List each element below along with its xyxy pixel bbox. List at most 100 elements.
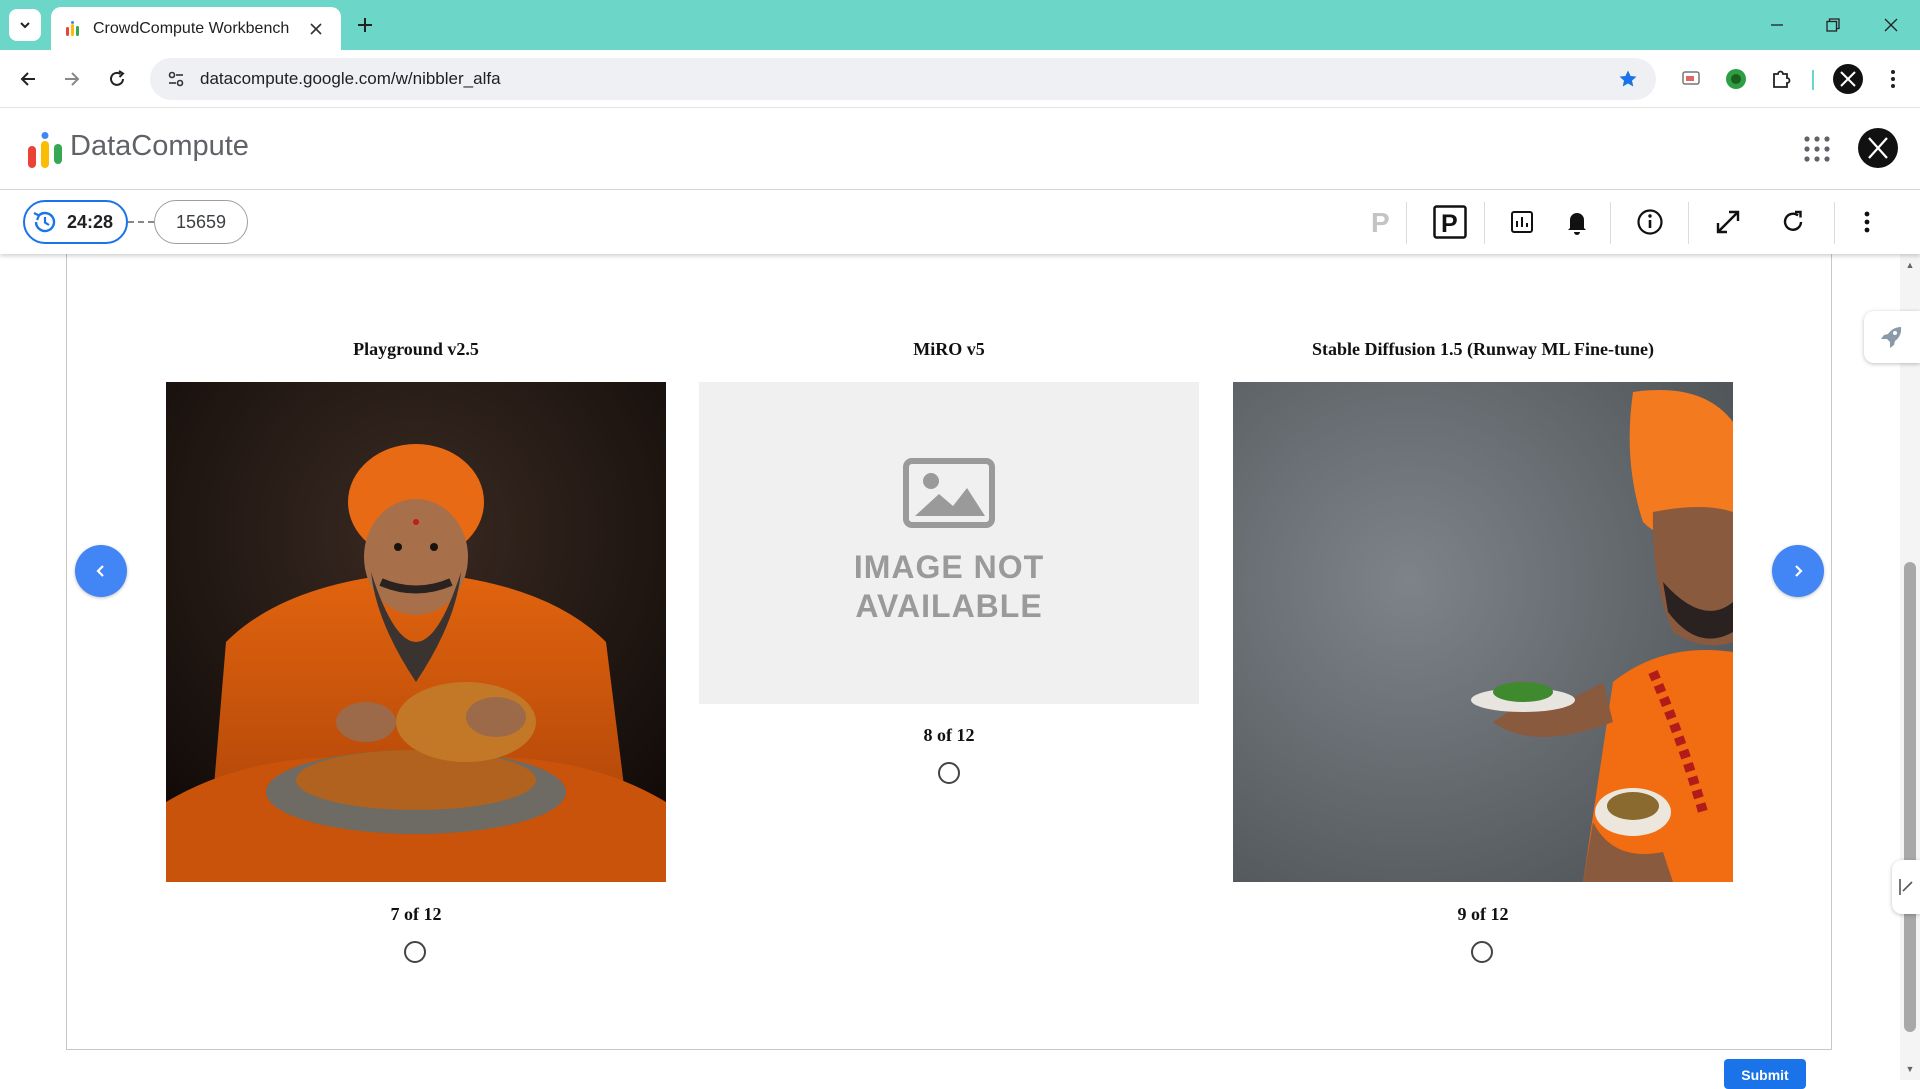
chevron-down-icon — [20, 22, 30, 29]
arrow-right-icon — [65, 72, 80, 86]
reload-button[interactable] — [101, 63, 133, 95]
side-panel-toggle[interactable] — [1892, 860, 1920, 914]
image-placeholder-icon — [903, 458, 995, 528]
datacompute-favicon-icon — [66, 20, 79, 36]
cast-icon — [1682, 71, 1700, 85]
green-circle-extension-icon — [1726, 69, 1746, 89]
p-box-icon: P — [1433, 205, 1467, 239]
close-icon — [310, 22, 322, 35]
scroll-down-arrow[interactable]: ▼ — [1905, 1064, 1915, 1074]
image-title-3: Stable Diffusion 1.5 (Runway ML Fine-tun… — [1311, 339, 1655, 359]
puzzle-icon — [1773, 70, 1791, 88]
p-faded-button[interactable]: P — [1362, 204, 1398, 240]
task-menu-button[interactable] — [1849, 204, 1885, 240]
image-count-3: 9 of 12 — [1457, 904, 1509, 924]
tune-icon — [168, 71, 184, 87]
apps-grid-icon[interactable] — [1803, 135, 1831, 163]
bell-icon — [1568, 213, 1586, 235]
browser-toolbar: datacompute.google.com/w/nibbler_alfa — [0, 50, 1920, 108]
refresh-task-button[interactable] — [1775, 204, 1811, 240]
carousel-next-button[interactable] — [1772, 545, 1824, 597]
new-tab-button[interactable] — [352, 12, 378, 38]
account-avatar[interactable] — [1858, 128, 1898, 168]
scroll-thumb[interactable] — [1904, 562, 1916, 1032]
timer-value: 24:28 — [67, 211, 114, 232]
task-timer[interactable]: 24:28 — [23, 200, 128, 244]
image-not-available-placeholder: IMAGE NOT AVAILABLE — [699, 382, 1199, 704]
image-title-1: Playground v2.5 — [353, 339, 479, 359]
forward-button[interactable] — [56, 63, 88, 95]
generated-image-1[interactable] — [166, 382, 666, 882]
cast-extension-button[interactable] — [1676, 64, 1706, 94]
bookmark-button[interactable] — [1614, 65, 1642, 93]
restore-button[interactable] — [1818, 10, 1848, 40]
toolbar-divider — [1812, 70, 1814, 90]
browser-menu-button[interactable] — [1878, 64, 1908, 94]
image-stable-diffusion-man-in-orange — [1233, 382, 1733, 882]
minimize-button[interactable] — [1762, 10, 1792, 40]
select-image-3-radio[interactable] — [1471, 941, 1493, 963]
url-text: datacompute.google.com/w/nibbler_alfa — [200, 69, 501, 88]
more-vert-icon — [1864, 211, 1870, 233]
stats-button[interactable] — [1504, 204, 1540, 240]
tab-search-button[interactable] — [9, 9, 41, 41]
image-count-2: 8 of 12 — [923, 725, 975, 745]
restore-icon — [1826, 18, 1840, 32]
app-header: DataCompute — [0, 108, 1920, 190]
close-icon — [1884, 18, 1898, 32]
p-faded-icon: P — [1371, 208, 1390, 236]
site-settings-icon[interactable] — [164, 67, 188, 91]
info-icon — [1637, 209, 1663, 235]
scroll-up-arrow[interactable]: ▲ — [1905, 260, 1915, 270]
submit-button[interactable]: Submit — [1724, 1059, 1806, 1089]
notifications-button[interactable] — [1559, 204, 1595, 240]
expand-icon — [1716, 210, 1740, 234]
svg-text:P: P — [1371, 208, 1390, 236]
x-logo-icon — [1840, 71, 1856, 87]
svg-text:P: P — [1441, 210, 1458, 238]
tab-title: CrowdCompute Workbench — [93, 19, 290, 37]
task-id-badge[interactable]: 15659 — [154, 200, 248, 244]
arrow-left-icon — [20, 72, 35, 86]
toolbar-separator — [1834, 202, 1835, 244]
back-button[interactable] — [12, 63, 44, 95]
green-extension-button[interactable] — [1721, 64, 1751, 94]
generated-image-3[interactable] — [1233, 382, 1733, 882]
chevron-left-icon — [96, 565, 104, 577]
feedback-launcher-button[interactable] — [1864, 311, 1920, 363]
image-title-2: MiRO v5 — [913, 339, 985, 359]
p-box-button[interactable]: P — [1432, 204, 1468, 240]
chevron-right-icon — [1795, 565, 1803, 577]
select-image-2-radio[interactable] — [938, 762, 960, 784]
star-filled-icon — [1619, 70, 1637, 87]
chart-icon — [1511, 211, 1533, 233]
address-bar[interactable]: datacompute.google.com/w/nibbler_alfa — [150, 58, 1656, 100]
toolbar-separator — [1610, 202, 1611, 244]
select-image-1-radio[interactable] — [404, 941, 426, 963]
toggle-panel-icon — [1899, 879, 1913, 895]
app-name: DataCompute — [70, 130, 249, 162]
info-button[interactable] — [1632, 204, 1668, 240]
more-vert-icon — [1891, 70, 1895, 88]
tab-close-button[interactable] — [305, 18, 327, 40]
toolbar-separator — [1688, 202, 1689, 244]
rocket-icon — [1881, 327, 1902, 348]
history-clock-icon — [33, 211, 56, 233]
extensions-button[interactable] — [1766, 64, 1796, 94]
toolbar-separator — [1406, 202, 1407, 244]
close-window-button[interactable] — [1876, 10, 1906, 40]
carousel-prev-button[interactable] — [75, 545, 127, 597]
plus-icon — [358, 18, 372, 32]
placeholder-line-2: AVAILABLE — [855, 588, 1043, 624]
browser-tab-active[interactable]: CrowdCompute Workbench — [51, 7, 341, 50]
x-logo-icon — [1868, 137, 1888, 159]
page-scrollbar[interactable]: ▲ ▼ — [1900, 254, 1920, 1080]
fullscreen-button[interactable] — [1710, 204, 1746, 240]
refresh-icon — [1783, 210, 1803, 231]
reload-icon — [110, 70, 125, 86]
toolbar-separator — [1484, 202, 1485, 244]
browser-profile-button[interactable] — [1833, 64, 1863, 94]
image-playground-man-in-orange — [166, 382, 666, 882]
minimize-icon — [1771, 24, 1783, 26]
datacompute-logo-icon[interactable] — [28, 132, 62, 170]
